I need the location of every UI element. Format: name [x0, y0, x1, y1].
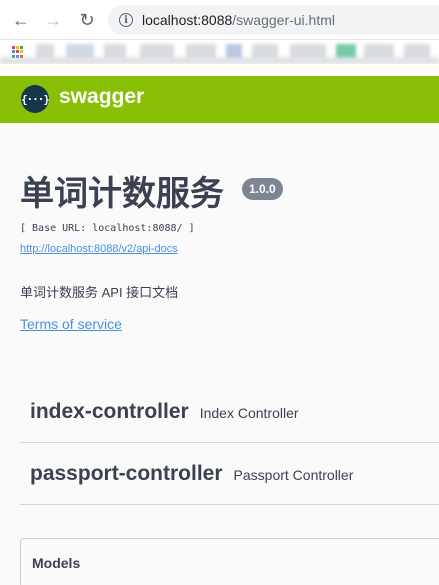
browser-address-bar: ← → ↻ i localhost:8088/swagger-ui.html	[0, 0, 439, 40]
api-docs-link[interactable]: http://localhost:8088/v2/api-docs	[20, 243, 178, 255]
controller-name[interactable]: index-controller	[30, 400, 189, 424]
url-field[interactable]: i localhost:8088/swagger-ui.html	[108, 5, 439, 35]
index-controller-section[interactable]: index-controller Index Controller	[20, 381, 439, 443]
models-section[interactable]: Models	[20, 538, 439, 585]
bookmark-item[interactable]	[186, 44, 216, 58]
reload-icon[interactable]: ↻	[76, 9, 98, 31]
url-host: localhost:8088	[142, 12, 233, 28]
models-title[interactable]: Models	[32, 555, 80, 571]
controller-description: Passport Controller	[233, 466, 354, 483]
page-title: 单词计数服务	[20, 175, 224, 213]
url-path: /swagger-ui.html	[232, 12, 335, 28]
swagger-brand[interactable]: swagger	[59, 85, 144, 109]
url-text[interactable]: localhost:8088/swagger-ui.html	[142, 12, 335, 28]
topbar-spacer	[0, 64, 439, 76]
controller-name[interactable]: passport-controller	[30, 462, 223, 486]
swagger-logo-icon[interactable]: {···}	[21, 85, 50, 113]
bookmark-overflow	[0, 57, 439, 64]
bookmark-item[interactable]	[66, 44, 94, 58]
arrow-left-icon[interactable]: ←	[10, 9, 32, 31]
version-badge: 1.0.0	[242, 178, 283, 200]
terms-of-service-link[interactable]: Terms of service	[20, 316, 122, 332]
api-description: 单词计数服务 API 接口文档	[20, 285, 179, 300]
controller-description: Index Controller	[199, 404, 299, 421]
bookmark-item[interactable]	[140, 44, 174, 58]
bookmark-item[interactable]	[226, 44, 242, 58]
base-url: [ Base URL: localhost:8088/ ]	[20, 223, 195, 234]
passport-controller-section[interactable]: passport-controller Passport Controller	[20, 443, 439, 505]
info-icon[interactable]: i	[119, 13, 133, 27]
bookmark-item[interactable]	[364, 44, 394, 58]
bookmark-item[interactable]	[104, 44, 126, 58]
bookmark-item[interactable]	[252, 44, 278, 58]
bookmark-item[interactable]	[290, 44, 326, 58]
bookmark-item[interactable]	[404, 44, 430, 58]
bookmarks-bar	[0, 40, 439, 64]
arrow-right-icon[interactable]: →	[42, 9, 64, 31]
bookmark-item[interactable]	[36, 44, 54, 58]
bookmark-item[interactable]	[336, 44, 356, 58]
swagger-topbar: {···} swagger	[0, 76, 439, 123]
